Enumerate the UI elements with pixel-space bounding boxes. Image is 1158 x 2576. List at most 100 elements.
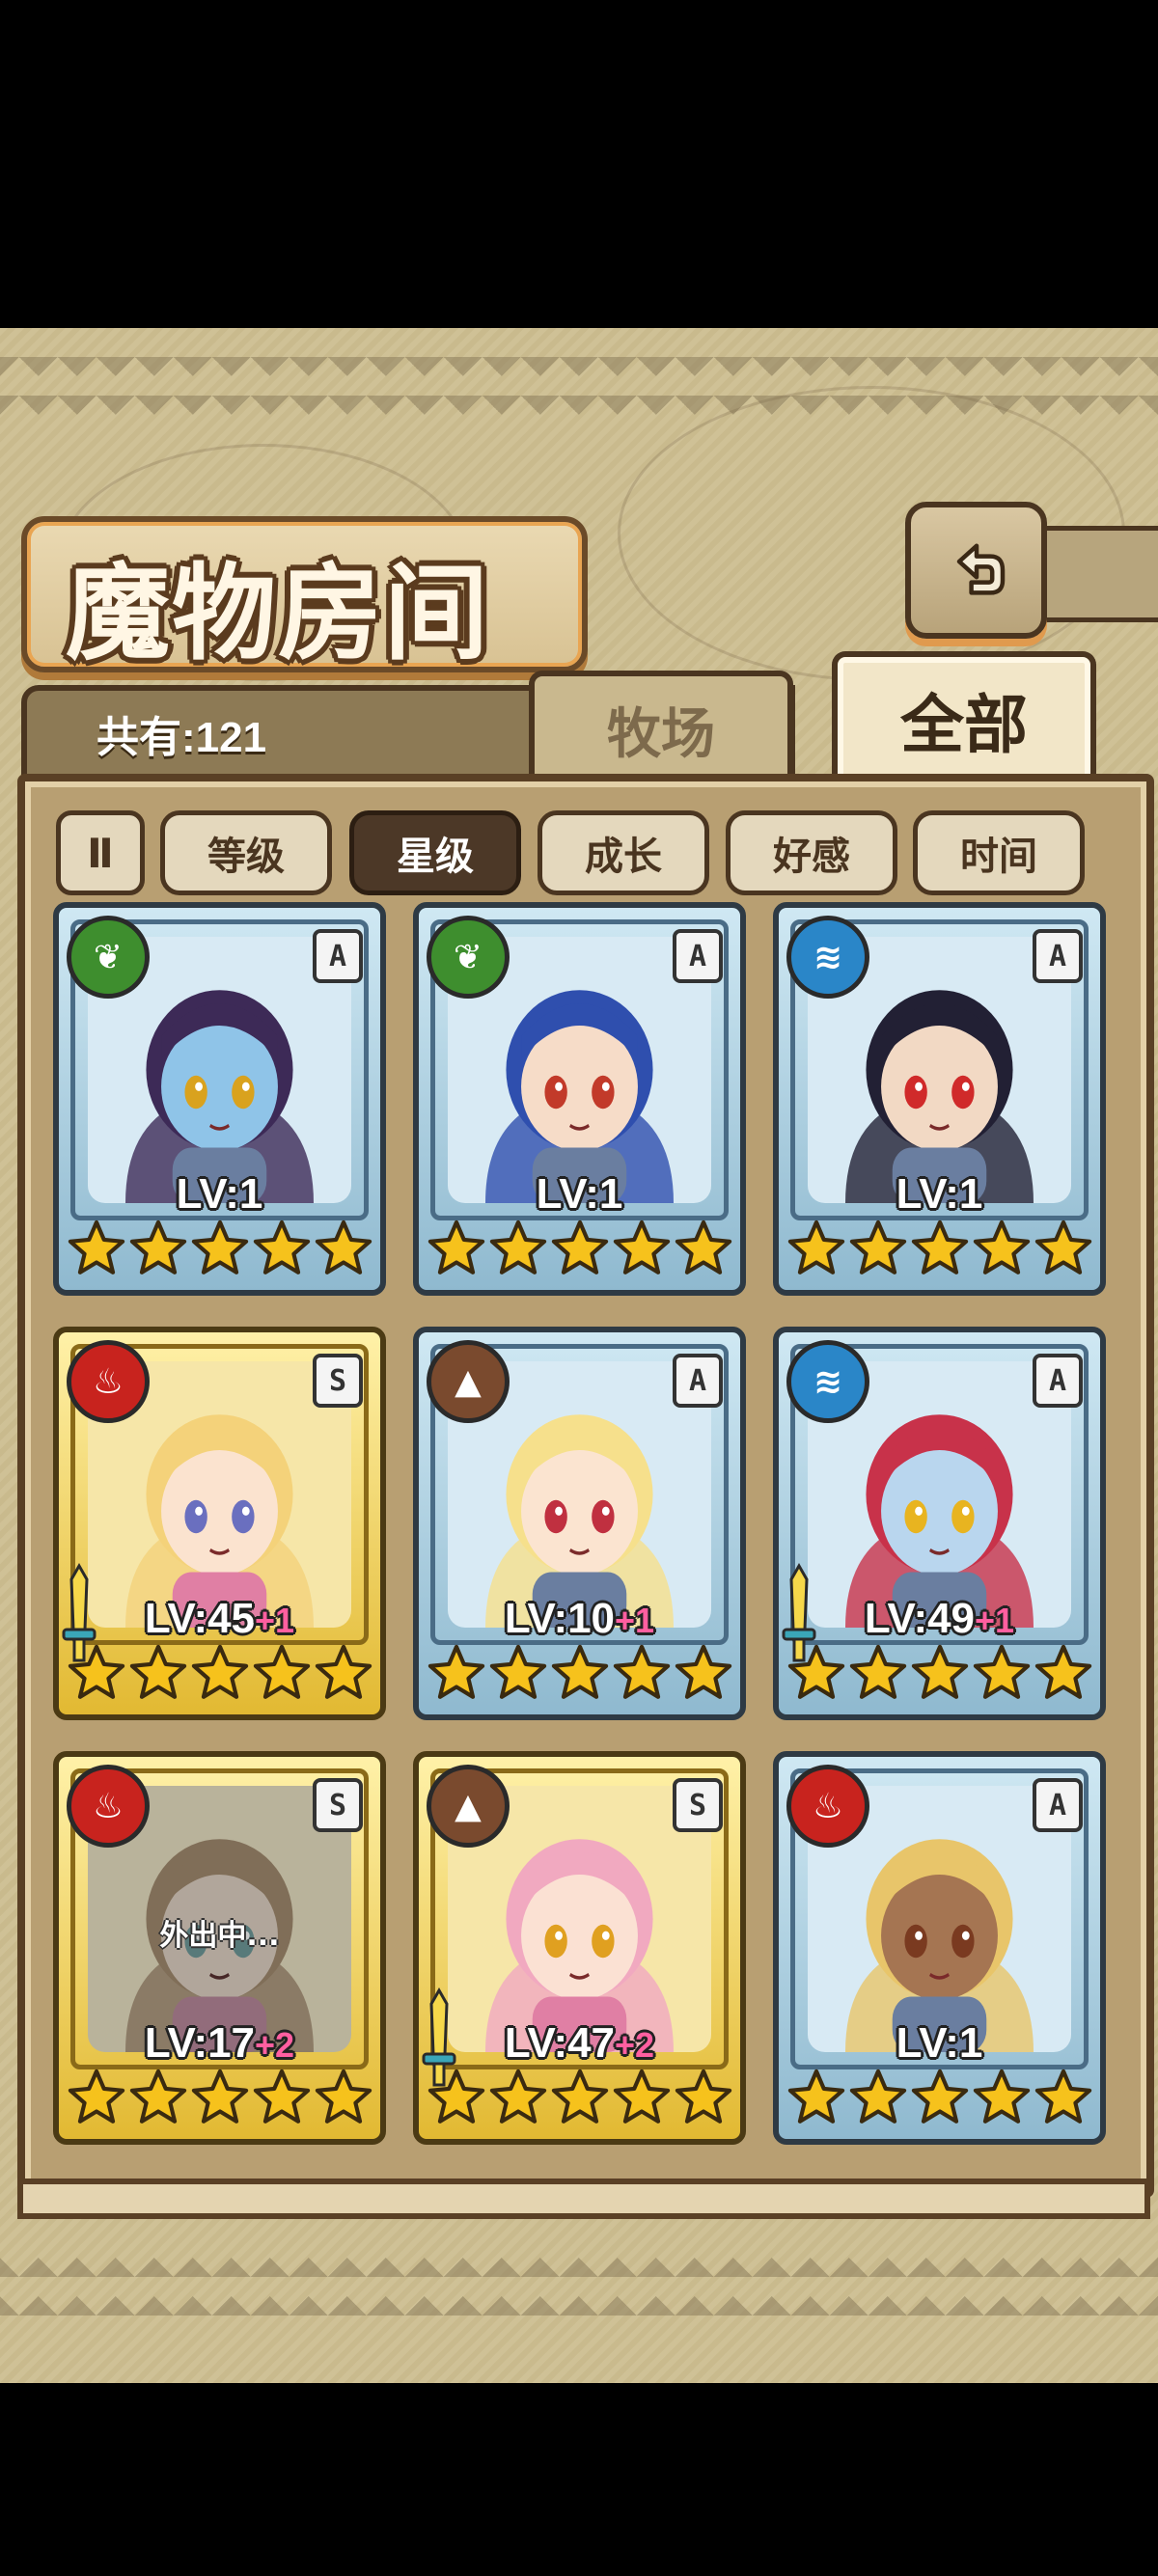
star-icon [551,2069,608,2124]
sort-order-toggle[interactable]: Ⅱ [56,810,145,895]
title-plaque: 魔物房间 [21,516,588,674]
rank-badge: S [313,1778,363,1832]
star-icon [787,1644,844,1699]
rank-badge: A [673,1354,723,1408]
monster-card[interactable]: ❦ A LV:1 [413,902,746,1296]
sort-by-level-button[interactable]: 等级 [160,810,332,895]
star-icon [191,1644,248,1699]
star-icon [489,2069,546,2124]
level-value: LV:45 [144,1595,256,1642]
back-rail [1033,526,1158,622]
monster-card[interactable]: ≋ A LV:49+1 [773,1327,1106,1720]
star-icon [253,2069,310,2124]
monster-level: LV:1 [59,1170,380,1219]
return-arrow-icon [956,543,1005,595]
panel-bottom-rail [17,2179,1150,2219]
star-icon [675,1644,731,1699]
level-bonus: +1 [255,1601,295,1640]
fire-element-icon: ♨ [786,1765,869,1848]
leaf-element-icon: ❦ [427,916,510,999]
monster-room-screen: 魔物房间 共有:121 牧场 全部 Ⅱ 等级 星级 成长 好感 时间 ❦ A LV:… [0,328,1158,2383]
star-rating [59,1219,380,1280]
star-icon [613,1644,670,1699]
monster-card[interactable]: ≋ A LV:1 [773,902,1106,1296]
monster-card[interactable]: ▲ S LV:47+2 [413,1751,746,2145]
star-icon [315,1219,372,1274]
fire-element-icon: ♨ [67,1765,150,1848]
star-icon [849,1644,906,1699]
star-icon [129,1644,186,1699]
away-status: 外出中... [159,1919,280,1953]
page-title: 魔物房间 [66,553,491,674]
tab-ranch[interactable]: 牧场 [529,671,793,782]
star-icon [68,1644,124,1699]
level-value: LV:1 [896,1170,983,1218]
star-icon [68,2069,124,2124]
rank-badge: A [673,929,723,983]
star-icon [427,2069,484,2124]
back-button[interactable] [905,502,1047,639]
earth-element-icon: ▲ [427,1340,510,1423]
star-icon [1034,1219,1091,1274]
star-rating [779,2068,1100,2129]
rank-badge: S [673,1778,723,1832]
star-icon [911,1644,968,1699]
sort-by-affection-button[interactable]: 好感 [726,810,897,895]
star-icon [191,1219,248,1274]
star-rating [419,1643,740,1705]
monster-level: LV:1 [779,2019,1100,2068]
monster-card[interactable]: ♨ A LV:1 [773,1751,1106,2145]
star-rating [779,1219,1100,1280]
sort-by-star-button[interactable]: 星级 [349,810,521,895]
monster-card[interactable]: ▲ A LV:10+1 [413,1327,746,1720]
star-icon [68,1219,124,1274]
monster-card[interactable]: ♨ S LV:45+1 [53,1327,386,1720]
level-bonus: +1 [975,1601,1015,1640]
monster-card[interactable]: ♨ S 外出中... LV:17+2 [53,1751,386,2145]
level-bonus: +2 [615,2025,655,2065]
monster-level: LV:1 [779,1170,1100,1219]
rank-badge: S [313,1354,363,1408]
star-icon [191,2069,248,2124]
tab-all[interactable]: 全部 [832,651,1096,782]
star-icon [427,1219,484,1274]
bottom-border-decoration [0,2258,1158,2316]
star-icon [613,1219,670,1274]
star-rating [59,2068,380,2129]
star-icon [253,1644,310,1699]
star-rating [59,1643,380,1705]
star-icon [129,1219,186,1274]
star-icon [787,2069,844,2124]
star-icon [613,2069,670,2124]
leaf-element-icon: ❦ [67,916,150,999]
monster-level: LV:49+1 [779,1595,1100,1643]
star-icon [315,1644,372,1699]
star-icon [489,1644,546,1699]
monster-level: LV:45+1 [59,1595,380,1643]
level-value: LV:17 [144,2019,256,2067]
level-bonus: +2 [255,2025,295,2065]
rank-badge: A [1033,1354,1083,1408]
sort-by-time-button[interactable]: 时间 [913,810,1085,895]
monster-card[interactable]: ❦ A LV:1 [53,902,386,1296]
star-icon [1034,1644,1091,1699]
star-icon [253,1219,310,1274]
star-icon [489,1219,546,1274]
star-icon [551,1644,608,1699]
star-icon [973,1644,1030,1699]
sort-by-growth-button[interactable]: 成长 [538,810,709,895]
level-value: LV:1 [896,2019,983,2067]
collection-count: 共有:121 [96,714,267,761]
star-icon [849,2069,906,2124]
level-value: LV:1 [536,1170,623,1218]
star-icon [315,2069,372,2124]
monster-level: LV:47+2 [419,2019,740,2068]
star-rating [779,1643,1100,1705]
star-icon [551,1219,608,1274]
earth-element-icon: ▲ [427,1765,510,1848]
star-icon [911,1219,968,1274]
star-rating [419,1219,740,1280]
star-icon [675,2069,731,2124]
star-rating [419,2068,740,2129]
star-icon [787,1219,844,1274]
